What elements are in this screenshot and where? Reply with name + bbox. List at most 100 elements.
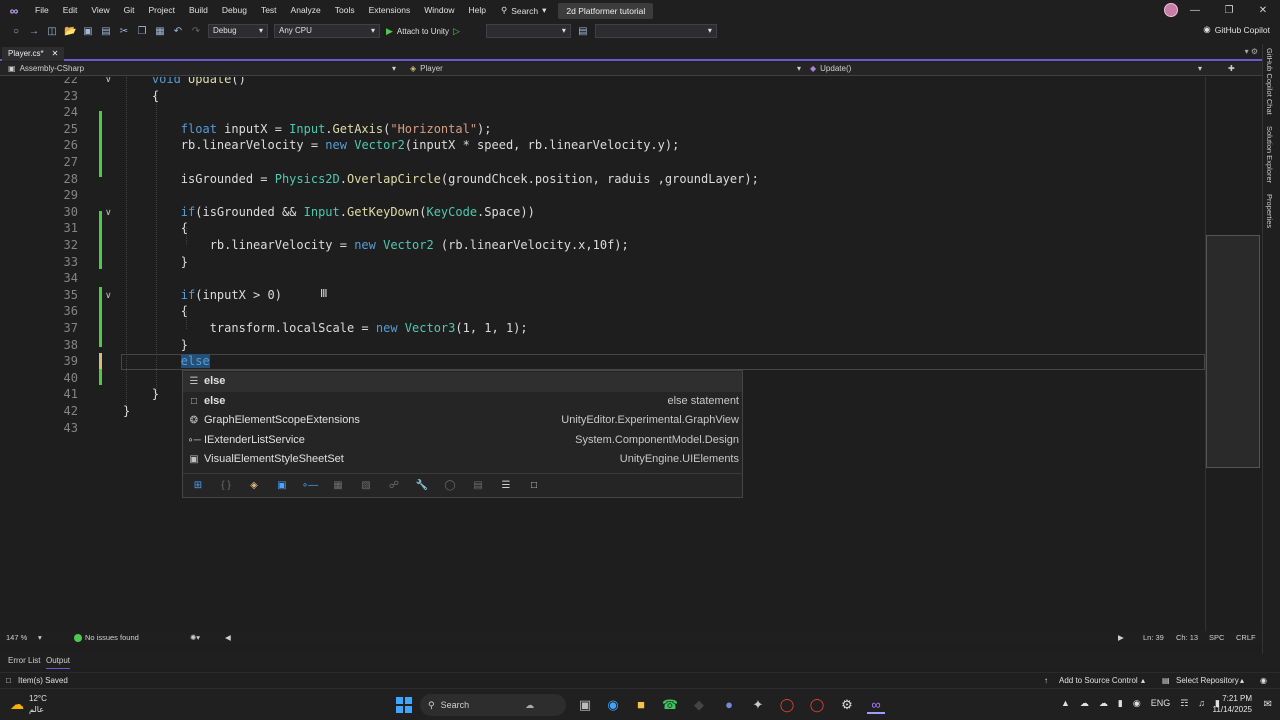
back-icon[interactable]: ○ (10, 26, 22, 37)
menu-debug[interactable]: Debug (215, 0, 254, 21)
code-line[interactable]: 30 if(isGrounded && Input.GetKeyDown(Key… (0, 204, 1205, 221)
class-dropdown[interactable]: ◈ Player (410, 62, 443, 76)
edge-icon[interactable]: ◉ (604, 696, 622, 714)
visual-studio-logo-icon[interactable]: ∞ (0, 0, 28, 21)
class-filter-icon[interactable]: ◈ (245, 480, 263, 491)
code-line[interactable]: 36 { (0, 303, 1205, 320)
startup-item-select[interactable]: ▾ (594, 24, 717, 38)
unity-icon[interactable]: ✦ (749, 696, 767, 714)
undo-icon[interactable]: ↶ (172, 26, 184, 37)
intellisense-completion-list[interactable]: ☰ else □ else else statement ❂ GraphElementSco… (182, 370, 743, 498)
onedrive-icon[interactable]: ☁ (1099, 698, 1108, 709)
attach-to-unity-button[interactable]: ▶ Attach to Unity ▷ (386, 26, 460, 37)
vertical-scrollbar-minimap[interactable] (1205, 77, 1260, 631)
split-window-icon[interactable]: ✚ (1228, 62, 1235, 76)
project-dropdown[interactable]: ▣ Assembly-CSharp (8, 62, 84, 76)
code-line[interactable]: 32 rb.linearVelocity = new Vector2 (rb.l… (0, 237, 1205, 254)
app-icon[interactable]: ◆ (690, 696, 708, 714)
open-icon[interactable]: 📂 (64, 26, 76, 37)
whatsapp-icon[interactable]: ☎ (661, 696, 679, 714)
code-line[interactable]: 23 { (0, 88, 1205, 105)
code-cleanup-icon[interactable]: ✺▾ (190, 631, 200, 644)
completion-item[interactable]: ☰ else (183, 372, 742, 392)
code-line[interactable]: 26 rb.linearVelocity = new Vector2(input… (0, 137, 1205, 154)
module-filter-icon[interactable]: ▦ (329, 480, 347, 491)
properties-tab[interactable]: Properties (1265, 194, 1274, 228)
code-line[interactable]: 29 (0, 187, 1205, 204)
minimap-viewport[interactable] (1206, 235, 1260, 468)
menu-view[interactable]: View (84, 0, 116, 21)
delegate-filter-icon[interactable]: ☍ (385, 480, 403, 491)
snippet-filter-icon[interactable]: ▤ (469, 480, 487, 491)
column-number[interactable]: Ch: 13 (1176, 631, 1198, 644)
code-line[interactable]: 34 (0, 270, 1205, 287)
menu-analyze[interactable]: Analyze (284, 0, 328, 21)
code-line[interactable]: 37 transform.localScale = new Vector3(1,… (0, 320, 1205, 337)
redo-icon[interactable]: ↷ (190, 26, 202, 37)
visual-studio-icon[interactable]: ∞ (867, 696, 885, 714)
github-copilot-chat-tab[interactable]: GitHub Copilot Chat (1265, 48, 1274, 115)
code-line[interactable]: 25 float inputX = Input.GetAxis("Horizon… (0, 121, 1205, 138)
scroll-left-icon[interactable]: ◀ (225, 631, 231, 644)
windows-start-icon[interactable] (396, 697, 412, 713)
target-select[interactable]: ▾ (485, 24, 571, 38)
chrome-icon[interactable]: ◯ (778, 696, 796, 714)
task-view-icon[interactable]: ▣ (576, 696, 594, 714)
debug-target-icon[interactable]: ▤ (577, 26, 589, 37)
volume-icon[interactable]: ♫ (1198, 698, 1205, 709)
tab-player-cs[interactable]: Player.cs* ✕ (2, 47, 65, 61)
cut-icon[interactable]: ✂ (118, 26, 130, 37)
cloud-icon[interactable]: ☁ (1080, 698, 1089, 709)
avatar[interactable] (1164, 3, 1178, 17)
code-line[interactable]: 27 (0, 154, 1205, 171)
code-line[interactable]: 38 } (0, 337, 1205, 354)
code-line[interactable]: 35 if(inputX > 0) (0, 287, 1205, 304)
menu-build[interactable]: Build (182, 0, 215, 21)
code-line[interactable]: 39 else (0, 353, 1205, 370)
scroll-right-icon[interactable]: ▶ (1118, 631, 1124, 644)
file-explorer-icon[interactable]: ■ (632, 696, 650, 714)
zoom-level[interactable]: 147 % (6, 631, 27, 644)
interface-filter-icon[interactable]: ∘— (301, 480, 319, 491)
property-filter-icon[interactable]: 🔧 (413, 480, 431, 491)
issues-indicator[interactable]: No issues found (74, 631, 139, 644)
menu-git[interactable]: Git (117, 0, 142, 21)
paste-icon[interactable]: ▦ (154, 26, 166, 37)
line-ending-mode[interactable]: CRLF (1236, 631, 1256, 644)
new-project-icon[interactable]: ◫ (46, 26, 58, 37)
keyword-filter-icon[interactable]: ☰ (497, 480, 515, 491)
completion-item[interactable]: ❂ GraphElementScopeExtensions UnityEditor.… (183, 411, 742, 431)
code-line[interactable]: 31 { (0, 220, 1205, 237)
tab-output[interactable]: Output (46, 654, 71, 669)
save-icon[interactable]: ▣ (82, 26, 94, 37)
microphone-icon[interactable]: ◉ (1133, 698, 1141, 709)
maximize-button[interactable]: ❐ (1212, 0, 1246, 21)
solution-explorer-tab[interactable]: Solution Explorer (1265, 126, 1274, 183)
chevron-up-icon[interactable]: ▲ (1061, 698, 1070, 709)
text-filter-icon[interactable]: □ (525, 480, 543, 491)
notification-bell-icon[interactable]: ✉ (1264, 699, 1272, 710)
completion-item[interactable]: ▣ VisualElementStyleSheetSet UnityEngine.U… (183, 450, 742, 470)
weather-widget[interactable]: ☁ 12°C عالم (10, 693, 47, 715)
copy-icon[interactable]: ❐ (136, 26, 148, 37)
settings-icon[interactable]: ⚙ (838, 696, 856, 714)
completion-item[interactable]: □ else else statement (183, 392, 742, 412)
platform-select[interactable]: Any CPU ▾ (274, 24, 380, 38)
expand-filter-icon[interactable]: ⊞ (189, 480, 207, 491)
code-line[interactable]: 22 void Update() (0, 77, 1205, 88)
save-all-icon[interactable]: ▤ (100, 26, 112, 37)
add-to-source-control-button[interactable]: Add to Source Control (1059, 673, 1138, 689)
forward-icon[interactable]: → (28, 26, 40, 37)
configuration-select[interactable]: Debug ▾ (208, 24, 268, 38)
menu-test[interactable]: Test (254, 0, 284, 21)
language-indicator[interactable]: ENG (1151, 698, 1171, 709)
select-repository-button[interactable]: Select Repository (1176, 673, 1239, 689)
menu-help[interactable]: Help (461, 0, 492, 21)
close-button[interactable]: ✕ (1246, 0, 1280, 21)
namespace-filter-icon[interactable]: ▧ (357, 480, 375, 491)
menu-file[interactable]: File (28, 0, 56, 21)
tab-error-list[interactable]: Error List (8, 654, 40, 668)
clock[interactable]: 7:21 PM 11/14/2025 (1213, 693, 1252, 715)
taskbar-search[interactable]: ⚲ Search ☁ (420, 694, 566, 716)
menu-project[interactable]: Project (142, 0, 182, 21)
